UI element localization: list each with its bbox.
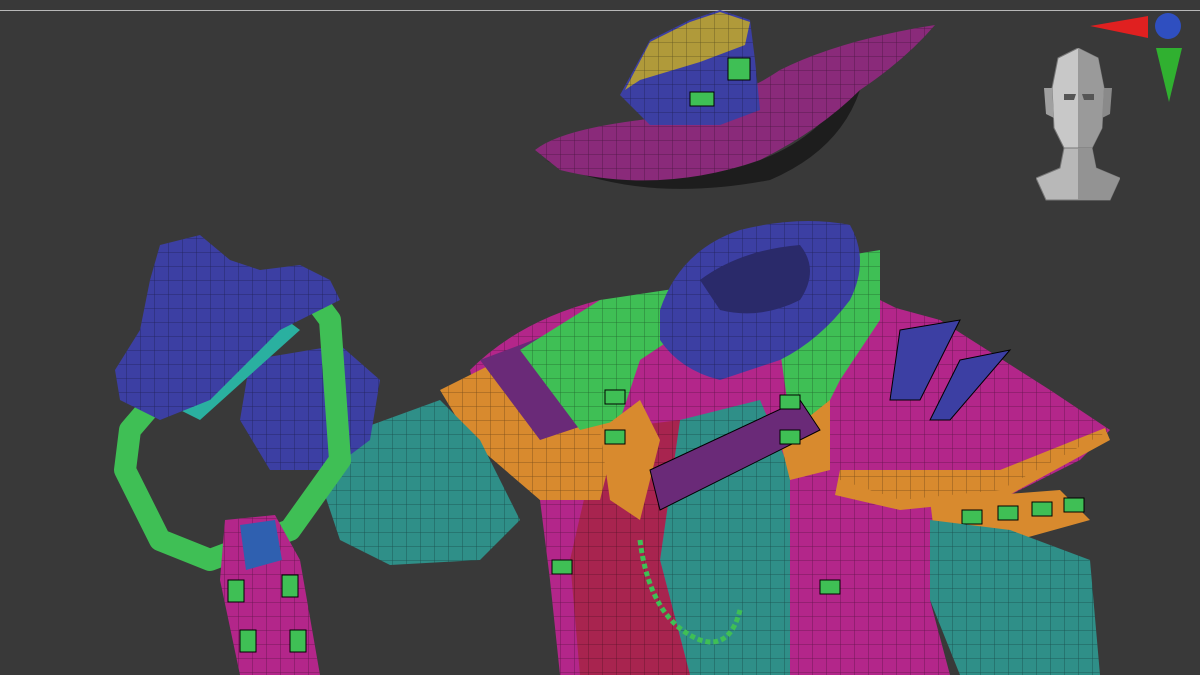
x-axis-arrow[interactable] [1090, 16, 1148, 38]
z-axis-ball[interactable] [1155, 13, 1181, 39]
head-navigation-icon[interactable] [1036, 48, 1120, 204]
3d-viewport[interactable] [0, 0, 1200, 675]
sculpt-mesh[interactable] [0, 0, 1200, 675]
y-axis-arrow[interactable] [1156, 48, 1182, 102]
